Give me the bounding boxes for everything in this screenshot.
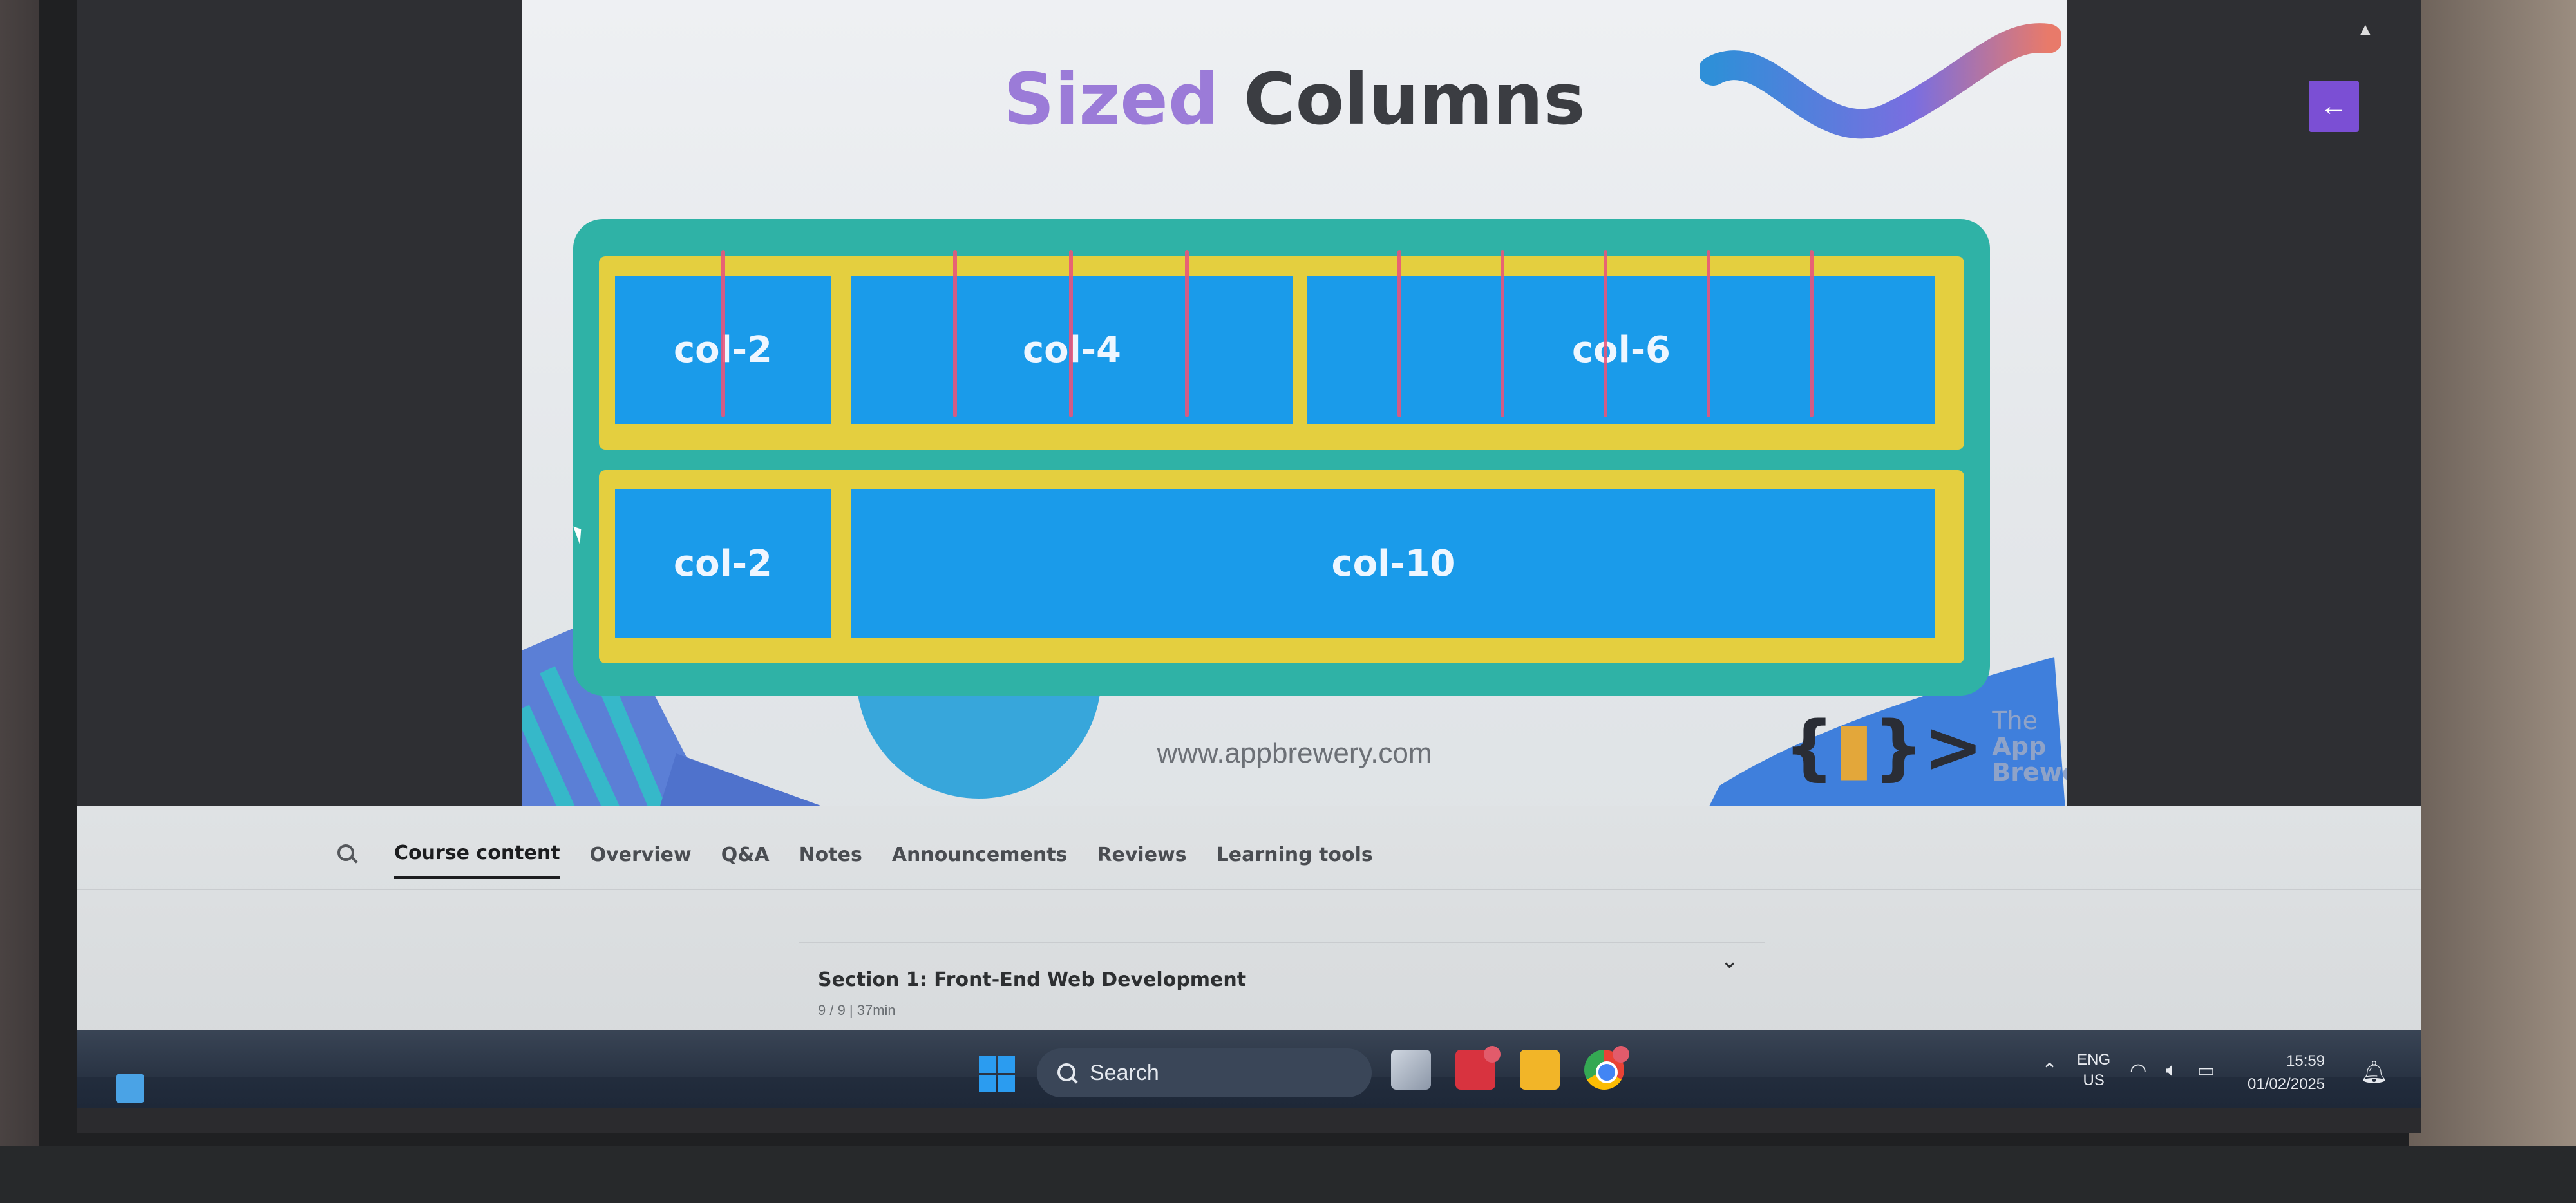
back-button[interactable]: ← (2309, 81, 2359, 132)
section-meta: 9 / 9 | 37min (818, 1002, 896, 1018)
tab-reviews[interactable]: Reviews (1097, 844, 1186, 878)
annotation-stroke (953, 250, 957, 417)
notification-badge (1613, 1046, 1629, 1063)
brand-line-1: The (1992, 706, 2038, 735)
section-accordion[interactable]: Section 1: Front-End Web Development 9 /… (799, 942, 1765, 1033)
time: 15:59 (2286, 1052, 2325, 1070)
search-icon[interactable] (335, 842, 361, 867)
tab-overview[interactable]: Overview (590, 844, 692, 878)
brand-logo: {▮}> The App Brewery (1784, 708, 2067, 786)
chevron-down-icon[interactable]: ⌄ (1721, 948, 1739, 974)
app-icon[interactable] (1455, 1046, 1501, 1090)
brewery-logo-icon: {▮}> (1784, 705, 1984, 788)
annotation-stroke (1397, 250, 1401, 417)
tab-notes[interactable]: Notes (799, 844, 862, 878)
column-label: col-2 (673, 542, 773, 585)
widgets-icon[interactable] (116, 1074, 144, 1103)
language-code: ENG (2077, 1051, 2111, 1068)
slide-title-rest: Columns (1243, 58, 1586, 140)
clock[interactable]: 15:59 01/02/2025 (2248, 1050, 2325, 1096)
lecture-slide: Sized Columns col-2 col-6 col-2 col-10 w… (522, 0, 2067, 837)
decorative-swoosh (1700, 23, 2061, 139)
annotation-stroke (1604, 250, 1607, 417)
laptop-deck (0, 1146, 2576, 1203)
taskbar-search[interactable]: Search (1037, 1048, 1372, 1097)
tab-announcements[interactable]: Announcements (892, 844, 1068, 878)
task-view-icon[interactable] (1391, 1050, 1431, 1090)
grid-row-2: col-2 col-10 (599, 470, 1964, 663)
region-code: US (2083, 1072, 2105, 1090)
tab-learning-tools[interactable]: Learning tools (1217, 844, 1373, 878)
column-label: col-10 (1331, 542, 1455, 585)
screen: Sized Columns col-2 col-6 col-2 col-10 w… (77, 0, 2421, 1133)
volume-icon[interactable]: 🔈︎ (2166, 1059, 2177, 1081)
annotation-stroke (1501, 250, 1504, 417)
chevron-up-icon[interactable]: ⌃ (2041, 1059, 2058, 1082)
annotation-stroke (1810, 250, 1814, 417)
search-icon (1056, 1062, 1078, 1084)
chrome-icon[interactable] (1584, 1046, 1629, 1090)
language-indicator[interactable]: ENG US (2077, 1050, 2110, 1092)
wifi-icon[interactable]: ◠ (2130, 1059, 2146, 1082)
annotation-stroke (1707, 250, 1710, 417)
course-tabs: Course content Overview Q&A Notes Announ… (335, 842, 1373, 879)
tab-qa[interactable]: Q&A (721, 844, 770, 878)
slide-title-accent: Sized (1003, 58, 1219, 140)
column-box: col-10 (851, 489, 1935, 638)
taskbar-search-label: Search (1090, 1060, 1159, 1085)
arrow-left-icon: ← (2320, 90, 2348, 122)
notification-bell-icon[interactable]: 🔔︎ (2360, 1059, 2388, 1085)
annotation-stroke (1069, 250, 1073, 417)
tabs-divider (77, 889, 2421, 890)
taskbar: Search ⌃ ENG US ◠ 🔈︎ ▭ 15:59 01/02/2025 … (77, 1030, 2421, 1108)
section-title: Section 1: Front-End Web Development (818, 969, 1247, 991)
file-explorer-icon[interactable] (1520, 1050, 1560, 1090)
scroll-up-icon[interactable]: ▲ (2357, 19, 2374, 39)
room-background-right (2409, 0, 2576, 1203)
date: 01/02/2025 (2248, 1075, 2325, 1093)
column-label: col-6 (1571, 328, 1671, 371)
column-box: col-6 (1307, 276, 1935, 424)
annotation-stroke (721, 250, 725, 417)
tab-course-content[interactable]: Course content (394, 842, 560, 879)
grid-row-1: col-2 col-4 col-6 (599, 250, 1964, 450)
system-tray: ⌃ ENG US ◠ 🔈︎ ▭ (2041, 1050, 2215, 1092)
battery-icon[interactable]: ▭ (2197, 1059, 2215, 1082)
annotation-stroke (1185, 250, 1189, 417)
column-box: col-2 (615, 489, 831, 638)
windows-start-icon[interactable] (979, 1056, 1015, 1092)
notification-badge (1484, 1046, 1501, 1063)
grid-board: col-2 col-4 col-6 col-2 col-10 (573, 219, 1990, 696)
brand-line-2: App Brewery (1992, 732, 2067, 786)
